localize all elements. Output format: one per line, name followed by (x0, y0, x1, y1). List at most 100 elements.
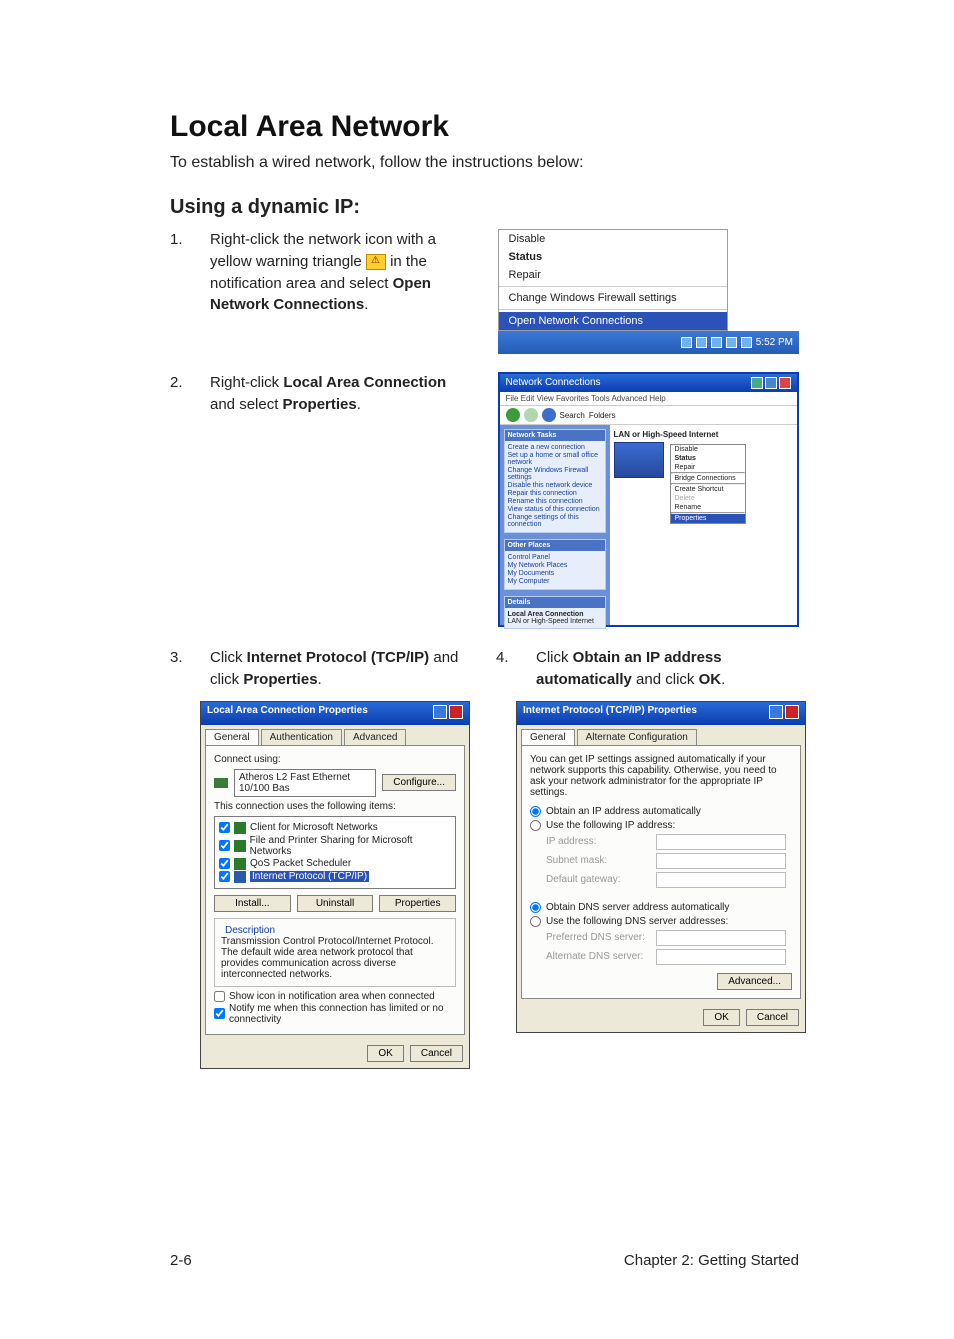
menu-item[interactable]: Status (671, 454, 745, 463)
tab-general[interactable]: General (521, 729, 575, 745)
text: . (318, 671, 322, 688)
items-listbox[interactable]: Client for Microsoft Networks File and P… (214, 816, 456, 889)
ok-button[interactable]: OK (367, 1045, 403, 1062)
label: This connection uses the following items… (214, 801, 456, 812)
text: LAN or High-Speed Internet (508, 618, 602, 625)
sidebar-link[interactable]: View status of this connection (508, 506, 602, 513)
group-title: Description (221, 925, 279, 936)
checkbox[interactable] (219, 871, 230, 882)
menu-item[interactable]: Bridge Connections (671, 474, 745, 483)
tab-authentication[interactable]: Authentication (261, 729, 342, 745)
text: . (357, 396, 361, 413)
category-label: LAN or High-Speed Internet (614, 429, 794, 440)
text: Status (675, 455, 696, 462)
tab-advanced[interactable]: Advanced (344, 729, 406, 745)
folders-button[interactable]: Folders (589, 411, 616, 420)
use-dns-radio[interactable] (530, 916, 541, 927)
menu-item-repair[interactable]: Repair (499, 266, 727, 284)
sidebar-places: Other Places Control Panel My Network Pl… (504, 539, 606, 590)
cancel-button[interactable]: Cancel (746, 1009, 799, 1026)
forward-icon[interactable] (524, 408, 538, 422)
subnet-field (656, 853, 786, 869)
window-menubar[interactable]: File Edit View Favorites Tools Advanced … (500, 392, 798, 406)
list-item[interactable]: QoS Packet Scheduler (250, 858, 351, 869)
close-icon[interactable] (449, 705, 463, 719)
tray-icon[interactable] (681, 337, 692, 348)
menu-item-open-connections[interactable]: Open Network Connections (499, 312, 727, 330)
sidebar-link[interactable]: Change Windows Firewall settings (508, 467, 602, 481)
menu-item-properties[interactable]: Properties (671, 514, 745, 523)
taskbar: 5:52 PM (498, 331, 800, 354)
radio-label: Obtain an IP address automatically (546, 806, 701, 817)
checkbox[interactable] (219, 822, 230, 833)
obtain-dns-radio[interactable] (530, 902, 541, 913)
sidebar-link[interactable]: My Network Places (508, 562, 602, 569)
sidebar-link[interactable]: Repair this connection (508, 490, 602, 497)
search-button[interactable]: Search (560, 411, 585, 420)
menu-item[interactable]: Create Shortcut (671, 485, 745, 494)
up-icon[interactable] (542, 408, 556, 422)
close-icon[interactable] (785, 705, 799, 719)
connection-icon[interactable] (614, 442, 664, 478)
chapter-label: Chapter 2: Getting Started (624, 1252, 799, 1269)
bold-text: OK (699, 671, 722, 688)
step-text: Right-click Local Area Connection and se… (210, 372, 472, 416)
list-item[interactable]: Client for Microsoft Networks (250, 822, 378, 833)
minimize-icon[interactable] (751, 377, 763, 389)
tray-icon[interactable] (696, 337, 707, 348)
close-icon[interactable] (779, 377, 791, 389)
tray-icon[interactable] (726, 337, 737, 348)
help-icon[interactable] (433, 705, 447, 719)
bold-text: Properties (283, 396, 357, 413)
help-icon[interactable] (769, 705, 783, 719)
menu-item[interactable]: Disable (671, 445, 745, 454)
sidebar-link[interactable]: Set up a home or small office network (508, 452, 602, 466)
sidebar-link[interactable]: My Computer (508, 578, 602, 585)
window-titlebar: Network Connections (500, 374, 798, 392)
tray-icon[interactable] (741, 337, 752, 348)
text: and select (210, 396, 283, 413)
window-toolbar: Search Folders (500, 406, 798, 425)
install-button[interactable]: Install... (214, 895, 291, 912)
advanced-button[interactable]: Advanced... (717, 973, 792, 990)
use-ip-radio[interactable] (530, 820, 541, 831)
step-number: 4. (496, 647, 518, 691)
menu-item-disable[interactable]: Disable (499, 230, 727, 248)
list-item-selected[interactable]: Internet Protocol (TCP/IP) (250, 871, 369, 882)
sidebar-link[interactable]: Rename this connection (508, 498, 602, 505)
label: Default gateway: (546, 874, 656, 885)
back-icon[interactable] (506, 408, 520, 422)
sidebar-link[interactable]: Control Panel (508, 554, 602, 561)
radio-label: Use the following DNS server addresses: (546, 916, 728, 927)
list-item[interactable]: File and Printer Sharing for Microsoft N… (250, 835, 451, 857)
checkbox[interactable] (219, 858, 230, 869)
intro-text: To establish a wired network, follow the… (170, 154, 799, 172)
menu-item[interactable]: Rename (671, 503, 745, 512)
cancel-button[interactable]: Cancel (410, 1045, 463, 1062)
sidebar-header: Network Tasks (505, 430, 605, 441)
tcpip-icon (234, 871, 246, 883)
notify-checkbox[interactable] (214, 1008, 225, 1019)
show-icon-checkbox[interactable] (214, 991, 225, 1002)
ok-button[interactable]: OK (703, 1009, 739, 1026)
menu-item-firewall[interactable]: Change Windows Firewall settings (499, 289, 727, 307)
checkbox[interactable] (219, 840, 230, 851)
menu-item[interactable]: Repair (671, 463, 745, 472)
tab-general[interactable]: General (205, 729, 259, 745)
text: . (721, 671, 725, 688)
uninstall-button[interactable]: Uninstall (297, 895, 374, 912)
properties-button[interactable]: Properties (379, 895, 456, 912)
step-text: Click Internet Protocol (TCP/IP) and cli… (210, 647, 470, 691)
text: Click (536, 649, 573, 666)
maximize-icon[interactable] (765, 377, 777, 389)
sidebar-link[interactable]: Disable this network device (508, 482, 602, 489)
sidebar-link[interactable]: Change settings of this connection (508, 514, 602, 528)
tab-alternate[interactable]: Alternate Configuration (577, 729, 697, 745)
sidebar-link[interactable]: My Documents (508, 570, 602, 577)
bold-text: Internet Protocol (TCP/IP) (247, 649, 430, 666)
sidebar-link[interactable]: Create a new connection (508, 444, 602, 451)
obtain-ip-radio[interactable] (530, 806, 541, 817)
tray-icon[interactable] (711, 337, 722, 348)
menu-item-status[interactable]: Status (499, 248, 727, 266)
configure-button[interactable]: Configure... (382, 774, 456, 791)
